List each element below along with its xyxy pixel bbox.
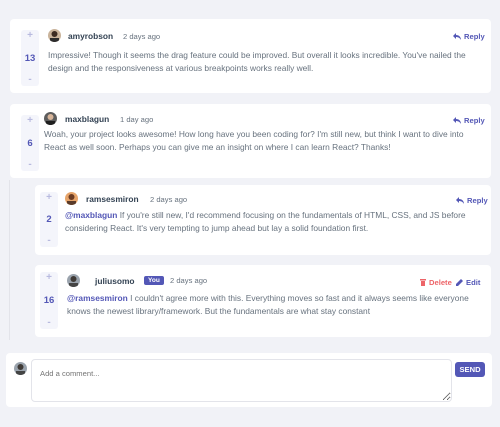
reply-button[interactable]: Reply <box>453 32 485 41</box>
comment-date: 1 day ago <box>120 115 154 124</box>
username[interactable]: ramsesmiron <box>86 194 139 204</box>
avatar-icon <box>67 274 80 287</box>
comment-text: Woah, your project looks awesome! How lo… <box>44 129 464 152</box>
downvote-button[interactable]: - <box>47 235 50 247</box>
avatar-icon <box>44 112 57 125</box>
vote-control: + 2 - <box>40 192 58 247</box>
username[interactable]: amyrobson <box>68 31 113 41</box>
reply-button[interactable]: Reply <box>456 196 488 205</box>
pencil-icon <box>456 279 463 286</box>
reply-body: I couldn't agree more with this. Everyth… <box>67 293 469 316</box>
score: 6 <box>27 137 33 149</box>
upvote-button[interactable]: + <box>46 272 52 284</box>
reply-thread-line <box>9 180 10 340</box>
reply-card: + 16 - juliusomo You 2 days ago Delete E… <box>35 265 491 337</box>
vote-control: + 16 - <box>40 272 58 329</box>
comment-date: 2 days ago <box>123 32 161 41</box>
edit-button[interactable]: Edit <box>456 278 480 287</box>
comment-card: + 6 - maxblagun 1 day ago Reply Woah, yo… <box>10 104 491 178</box>
downvote-button[interactable]: - <box>28 159 31 171</box>
mention-link[interactable]: @ramsesmiron <box>67 293 128 303</box>
avatar-icon <box>48 29 61 42</box>
comment-date: 2 days ago <box>170 276 208 285</box>
reply-card: + 2 - ramsesmiron 2 days ago Reply @maxb… <box>35 185 491 255</box>
reply-text: @ramsesmiron I couldn't agree more with … <box>67 292 485 318</box>
username[interactable]: maxblagun <box>65 114 109 124</box>
upvote-button[interactable]: + <box>27 30 33 42</box>
reply-body: If you're still new, I'd recommend focus… <box>65 210 466 233</box>
you-badge: You <box>144 276 164 285</box>
comment-input[interactable] <box>31 359 452 402</box>
score: 13 <box>24 52 36 64</box>
delete-button[interactable]: Delete <box>420 278 452 287</box>
avatar-icon <box>65 192 78 205</box>
vote-control: + 6 - <box>21 115 39 171</box>
upvote-button[interactable]: + <box>27 115 33 127</box>
comment-card: + 13 - amyrobson 2 days ago Reply Impres… <box>10 19 491 93</box>
current-user-avatar <box>14 362 27 375</box>
reply-icon <box>453 117 461 124</box>
avatar <box>44 112 57 125</box>
username[interactable]: juliusomo <box>95 276 135 286</box>
upvote-button[interactable]: + <box>46 192 52 204</box>
reply-icon <box>453 33 461 40</box>
avatar <box>67 274 80 287</box>
score: 16 <box>43 295 55 306</box>
downvote-button[interactable]: - <box>47 317 50 329</box>
reply-button[interactable]: Reply <box>453 116 485 125</box>
avatar-icon <box>14 362 27 375</box>
comment-date: 2 days ago <box>150 195 188 204</box>
avatar <box>65 192 78 205</box>
avatar <box>48 29 61 42</box>
score: 2 <box>46 214 52 225</box>
comment-text: Impressive! Though it seems the drag fea… <box>48 50 466 73</box>
mention-link[interactable]: @maxblagun <box>65 210 117 220</box>
vote-control: + 13 - <box>21 30 39 86</box>
send-button[interactable]: SEND <box>455 362 485 377</box>
trash-icon <box>420 279 426 286</box>
reply-text: @maxblagun If you're still new, I'd reco… <box>65 209 485 235</box>
downvote-button[interactable]: - <box>28 74 31 86</box>
reply-icon <box>456 197 464 204</box>
